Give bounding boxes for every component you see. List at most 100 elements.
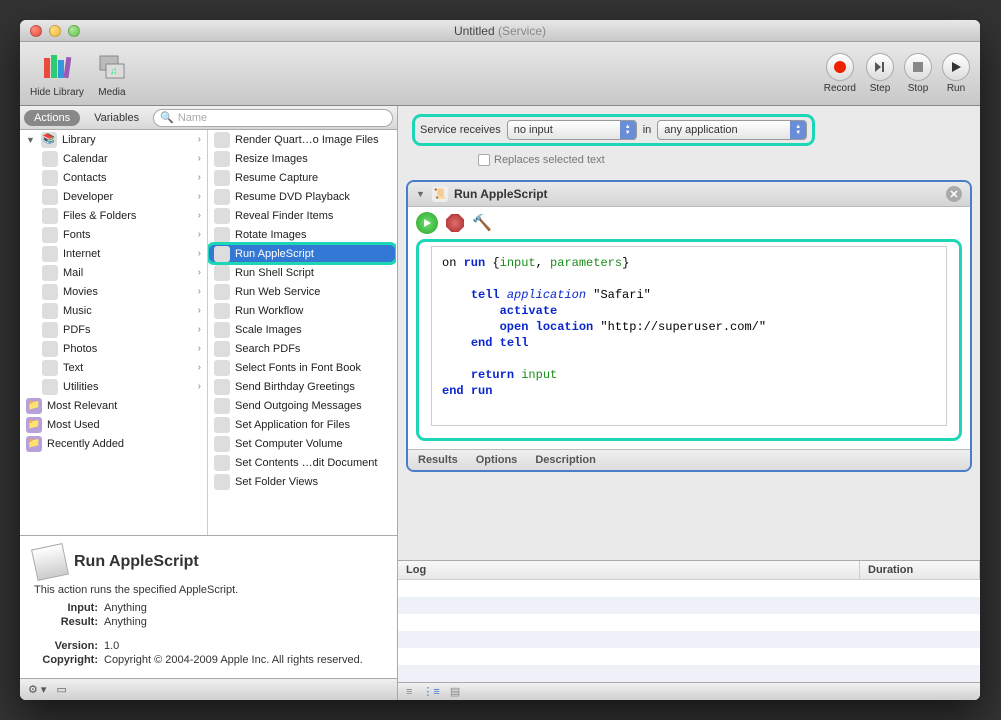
library-panel: Actions Variables 🔍 Name ▼📚Library›Calen… <box>20 106 398 700</box>
tab-variables[interactable]: Variables <box>84 110 149 126</box>
step-button[interactable]: Step <box>866 53 894 94</box>
category-icon <box>42 360 58 376</box>
action-item[interactable]: Run Web Service <box>208 282 396 301</box>
smart-folder[interactable]: 📁Most Relevant <box>20 396 207 415</box>
action-item[interactable]: Search PDFs <box>208 339 396 358</box>
library-item[interactable]: Calendar› <box>20 149 207 168</box>
action-item[interactable]: Run AppleScript <box>208 244 396 263</box>
action-icon <box>214 322 230 338</box>
smart-folder[interactable]: 📁Most Used <box>20 415 207 434</box>
action-item[interactable]: Run Shell Script <box>208 263 396 282</box>
action-item[interactable]: Render Quart…o Image Files <box>208 130 396 149</box>
smart-folder[interactable]: 📁Recently Added <box>20 434 207 453</box>
action-icon <box>214 303 230 319</box>
action-item[interactable]: Scale Images <box>208 320 396 339</box>
action-icon <box>214 379 230 395</box>
library-item[interactable]: Mail› <box>20 263 207 282</box>
action-item[interactable]: Set Folder Views <box>208 472 396 491</box>
duration-column-header[interactable]: Duration <box>860 561 980 579</box>
action-icon <box>214 455 230 471</box>
action-icon <box>214 132 230 148</box>
action-icon <box>214 360 230 376</box>
library-item[interactable]: Developer› <box>20 187 207 206</box>
workflow-area[interactable]: ▼ 📜 Run AppleScript ✕ 🔨 on run {input, p… <box>398 172 980 560</box>
script-run-button[interactable] <box>416 212 438 234</box>
library-item[interactable]: Photos› <box>20 339 207 358</box>
library-item[interactable]: Files & Folders› <box>20 206 207 225</box>
action-item[interactable]: Reveal Finder Items <box>208 206 396 225</box>
category-icon <box>42 170 58 186</box>
gear-icon[interactable]: ⚙︎ ▾ <box>28 683 46 696</box>
log-bullets-icon[interactable]: ⋮≡ <box>422 685 439 698</box>
action-icon <box>214 436 230 452</box>
options-tab[interactable]: Options <box>476 454 518 466</box>
action-item[interactable]: Set Application for Files <box>208 415 396 434</box>
run-button[interactable]: Run <box>942 53 970 94</box>
script-editor[interactable]: on run {input, parameters} tell applicat… <box>431 246 947 426</box>
info-title: Run AppleScript <box>74 553 199 571</box>
log-grid-icon[interactable]: ▤ <box>450 685 460 698</box>
action-item[interactable]: Rotate Images <box>208 225 396 244</box>
action-item[interactable]: Set Computer Volume <box>208 434 396 453</box>
search-icon: 🔍 <box>160 111 174 124</box>
action-info: Run AppleScript This action runs the spe… <box>20 535 397 678</box>
action-icon <box>214 265 230 281</box>
info-description: This action runs the specified AppleScri… <box>34 584 383 596</box>
media-button[interactable]: ♫ Media <box>94 49 130 98</box>
replaces-label: Replaces selected text <box>494 154 605 166</box>
library-item[interactable]: Internet› <box>20 244 207 263</box>
action-item[interactable]: Send Outgoing Messages <box>208 396 396 415</box>
action-item[interactable]: Resume DVD Playback <box>208 187 396 206</box>
library-item[interactable]: Utilities› <box>20 377 207 396</box>
library-icon: 📚 <box>41 132 57 148</box>
action-item[interactable]: Resume Capture <box>208 168 396 187</box>
action-item[interactable]: Run Workflow <box>208 301 396 320</box>
left-footer: ⚙︎ ▾ ▭ <box>20 678 397 700</box>
smart-folder-icon: 📁 <box>26 436 42 452</box>
description-tab[interactable]: Description <box>535 454 596 466</box>
category-icon <box>42 265 58 281</box>
tab-actions[interactable]: Actions <box>24 110 80 126</box>
smart-folder-icon: 📁 <box>26 417 42 433</box>
action-icon <box>214 284 230 300</box>
action-icon <box>214 151 230 167</box>
service-input-dropdown[interactable]: no input▲▼ <box>507 120 637 140</box>
results-tab[interactable]: Results <box>418 454 458 466</box>
disclosure-triangle-icon[interactable]: ▼ <box>416 189 426 199</box>
category-icon <box>42 341 58 357</box>
action-icon <box>214 417 230 433</box>
action-run-applescript: ▼ 📜 Run AppleScript ✕ 🔨 on run {input, p… <box>406 180 972 472</box>
stop-button[interactable]: Stop <box>904 53 932 94</box>
library-item[interactable]: Contacts› <box>20 168 207 187</box>
titlebar: Untitled (Service) <box>20 20 980 42</box>
library-item[interactable]: Fonts› <box>20 225 207 244</box>
hide-library-button[interactable]: Hide Library <box>30 49 84 98</box>
svg-text:♫: ♫ <box>110 66 118 77</box>
category-icon <box>42 322 58 338</box>
category-icon <box>42 208 58 224</box>
action-item[interactable]: Send Birthday Greetings <box>208 377 396 396</box>
library-item[interactable]: Text› <box>20 358 207 377</box>
script-stop-button[interactable] <box>446 214 464 232</box>
replaces-checkbox[interactable] <box>478 154 490 166</box>
log-column-header[interactable]: Log <box>398 561 860 579</box>
action-item[interactable]: Resize Images <box>208 149 396 168</box>
service-app-dropdown[interactable]: any application▲▼ <box>657 120 807 140</box>
action-icon <box>214 474 230 490</box>
search-input[interactable]: 🔍 Name <box>153 109 393 127</box>
action-icon <box>214 227 230 243</box>
record-button[interactable]: Record <box>824 53 856 94</box>
library-item[interactable]: PDFs› <box>20 320 207 339</box>
library-root[interactable]: ▼📚Library› <box>20 130 207 149</box>
action-item[interactable]: Select Fonts in Font Book <box>208 358 396 377</box>
action-item[interactable]: Set Contents …dit Document <box>208 453 396 472</box>
library-item[interactable]: Music› <box>20 301 207 320</box>
view-toggle-icon[interactable]: ▭ <box>56 683 66 696</box>
log-panel: Log Duration ≡ ⋮≡ ▤ <box>398 560 980 700</box>
category-icon <box>42 303 58 319</box>
hammer-icon[interactable]: 🔨 <box>472 213 492 233</box>
library-item[interactable]: Movies› <box>20 282 207 301</box>
log-list-icon[interactable]: ≡ <box>406 686 412 698</box>
close-icon[interactable]: ✕ <box>946 186 962 202</box>
toolbar: Hide Library ♫ Media Record Step Stop Ru… <box>20 42 980 106</box>
